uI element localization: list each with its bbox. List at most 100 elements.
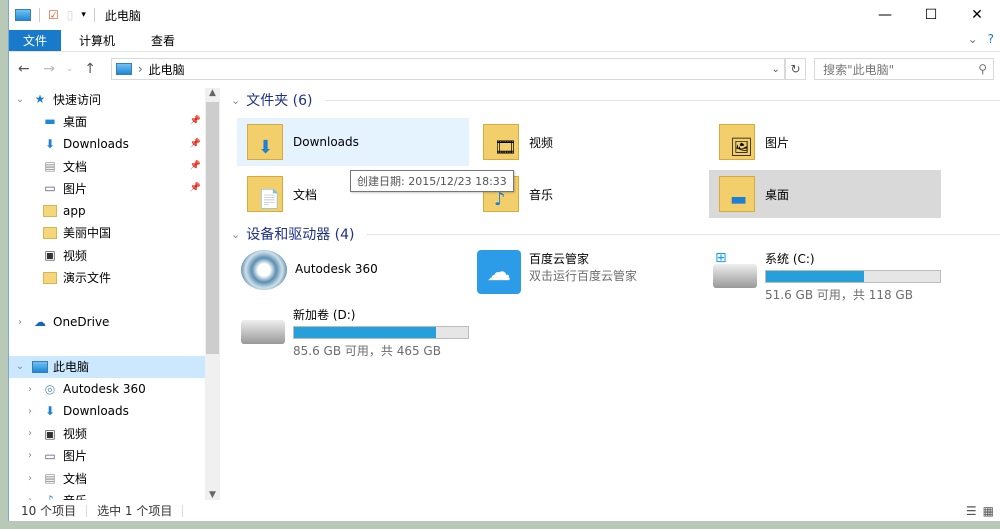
title-bar: ☑ ▯ ▾ 此电脑 — ☐ ✕ — [9, 0, 1000, 30]
document-icon: ▤ — [44, 159, 56, 174]
nav-item-label: Downloads — [63, 136, 129, 151]
folder-icon — [42, 204, 58, 218]
pin-icon[interactable]: 📌 — [190, 161, 201, 171]
nav-item[interactable]: ▤ 文档 📌 — [9, 155, 205, 177]
expand-chevron-icon[interactable]: › — [13, 317, 27, 328]
picture-icon: ▭ — [44, 181, 56, 196]
nav-item-label: Autodesk 360 — [63, 382, 146, 396]
nav-item-label: 桌面 — [63, 114, 88, 129]
expand-chevron-icon[interactable]: › — [23, 428, 37, 439]
nav-item-label: OneDrive — [53, 315, 110, 330]
chevron-down-icon[interactable]: ⌄ — [771, 64, 779, 75]
details-view-icon[interactable]: ☰ — [966, 504, 977, 518]
drive-c[interactable]: ⊞ 系统 (C:) 51.6 GB 可用，共 118 GB — [713, 250, 941, 303]
nav-item[interactable]: › ⬇ Downloads — [9, 400, 205, 422]
customize-quick-access-icon[interactable]: ▾ — [81, 10, 86, 20]
status-bar: 10 个项目 选中 1 个项目 ☰ ▦ — [9, 500, 1000, 521]
folder-videos[interactable]: 🎞 视频 — [473, 118, 705, 166]
up-button[interactable]: ↑ — [81, 61, 98, 77]
search-icon[interactable]: ⚲ — [978, 62, 987, 76]
document-folder-icon: 📄 — [247, 176, 283, 212]
picture-icon: ▭ — [44, 448, 56, 463]
nav-item[interactable]: 演示文件 — [9, 266, 205, 288]
expand-ribbon-icon[interactable]: ⌄ — [968, 32, 978, 46]
drive-usage-bar — [293, 326, 469, 339]
drive-autodesk-360[interactable]: Autodesk 360 — [241, 250, 378, 290]
tab-view[interactable]: 查看 — [133, 30, 193, 51]
group-header-devices[interactable]: ⌄ 设备和驱动器 (4) — [227, 222, 1000, 246]
nav-item-label: 演示文件 — [63, 271, 112, 286]
nav-item-label: 文档 — [63, 159, 88, 174]
properties-icon[interactable]: ☑ — [48, 8, 59, 22]
nav-item[interactable]: app — [9, 199, 205, 221]
nav-item[interactable]: › ▤ 文档 — [9, 467, 205, 489]
drive-usage-bar — [765, 270, 941, 283]
nav-item[interactable]: ⌄ ★ 快速访问 — [9, 88, 205, 110]
window-title: 此电脑 — [104, 8, 141, 23]
nav-item[interactable]: ›♪音乐 — [9, 489, 205, 500]
nav-item[interactable]: ▬ 桌面 📌 — [9, 110, 205, 132]
nav-item[interactable]: ⌄ 此电脑 — [9, 355, 205, 378]
pc-icon — [32, 360, 48, 374]
refresh-button[interactable]: ↻ — [784, 58, 807, 80]
expand-chevron-icon[interactable]: › — [23, 450, 37, 461]
breadcrumb[interactable]: 此电脑 — [149, 61, 185, 78]
autodesk-icon: ◎ — [44, 382, 56, 396]
baidu-cloud-icon: ☁ — [477, 250, 521, 294]
large-icons-view-icon[interactable]: ▦ — [983, 504, 994, 518]
folder-downloads[interactable]: ⬇ Downloads — [237, 118, 469, 166]
expand-chevron-icon[interactable]: ⌄ — [13, 361, 27, 372]
nav-item[interactable]: › ▭ 图片 — [9, 445, 205, 467]
pin-icon[interactable]: 📌 — [190, 183, 201, 193]
item-count: 10 个项目 — [21, 504, 77, 518]
group-header-folders[interactable]: ⌄ 文件夹 (6) — [227, 88, 1000, 112]
recent-locations-icon[interactable]: ⌄ — [66, 64, 74, 74]
expand-chevron-icon[interactable]: › — [23, 473, 37, 484]
drive-baidu-yun[interactable]: ☁ 百度云管家 双击运行百度云管家 — [477, 250, 637, 294]
desktop-folder-icon: ▬ — [719, 176, 755, 212]
new-folder-icon[interactable]: ▯ — [67, 8, 74, 22]
tab-computer[interactable]: 计算机 — [61, 30, 133, 51]
pin-icon[interactable]: 📌 — [190, 116, 201, 126]
maximize-button[interactable]: ☐ — [908, 0, 954, 30]
close-button[interactable]: ✕ — [954, 0, 1000, 30]
search-input[interactable]: 搜索"此电脑" ⚲ — [814, 58, 994, 80]
address-bar[interactable]: › 此电脑 ⌄ — [110, 58, 785, 80]
autodesk-icon — [241, 250, 287, 290]
nav-scrollbar[interactable]: ▲ ▼ — [205, 88, 220, 500]
folder-pictures[interactable]: 🖼 图片 — [709, 118, 941, 166]
nav-item[interactable]: 美丽中国 — [9, 222, 205, 244]
nav-item-label: 音乐 — [63, 492, 87, 500]
document-icon: ▤ — [44, 471, 56, 486]
nav-item[interactable]: › ▣ 视频 — [9, 422, 205, 444]
desktop-icon: ▬ — [44, 114, 56, 129]
search-placeholder: 搜索"此电脑" — [823, 62, 895, 77]
nav-item[interactable]: ▣ 视频 — [9, 244, 205, 266]
expand-chevron-icon[interactable]: ⌄ — [13, 94, 27, 105]
back-button[interactable]: ← — [15, 61, 32, 77]
minimize-button[interactable]: — — [862, 0, 908, 30]
video-folder-icon: 🎞 — [483, 124, 519, 160]
hard-drive-icon — [241, 320, 285, 344]
folder-desktop[interactable]: ▬ 桌面 — [709, 170, 941, 218]
nav-item-label: 图片 — [63, 181, 88, 196]
nav-item[interactable]: › ☁ OneDrive — [9, 311, 205, 333]
ribbon-tabs: 文件 计算机 查看 ⌄? — [9, 30, 1000, 52]
help-icon[interactable]: ? — [988, 32, 994, 46]
forward-button[interactable]: → — [40, 61, 57, 77]
cloud-icon: ☁ — [34, 315, 46, 330]
pin-icon[interactable]: 📌 — [190, 139, 201, 149]
nav-item-label: app — [63, 203, 86, 218]
breadcrumb-chevron-icon: › — [137, 62, 143, 76]
star-icon: ★ — [34, 92, 46, 107]
expand-chevron-icon[interactable]: › — [23, 384, 37, 395]
download-folder-icon: ⬇ — [247, 124, 283, 160]
pc-icon — [115, 63, 132, 75]
expand-chevron-icon[interactable]: › — [23, 406, 37, 417]
nav-item[interactable]: › ◎ Autodesk 360 — [9, 378, 205, 400]
nav-item-label: 视频 — [63, 248, 88, 263]
drive-d[interactable]: 新加卷 (D:) 85.6 GB 可用，共 465 GB — [241, 306, 469, 359]
nav-item[interactable]: ▭ 图片 📌 — [9, 177, 205, 199]
tab-file[interactable]: 文件 — [9, 30, 61, 51]
nav-item[interactable]: ⬇ Downloads 📌 — [9, 133, 205, 155]
